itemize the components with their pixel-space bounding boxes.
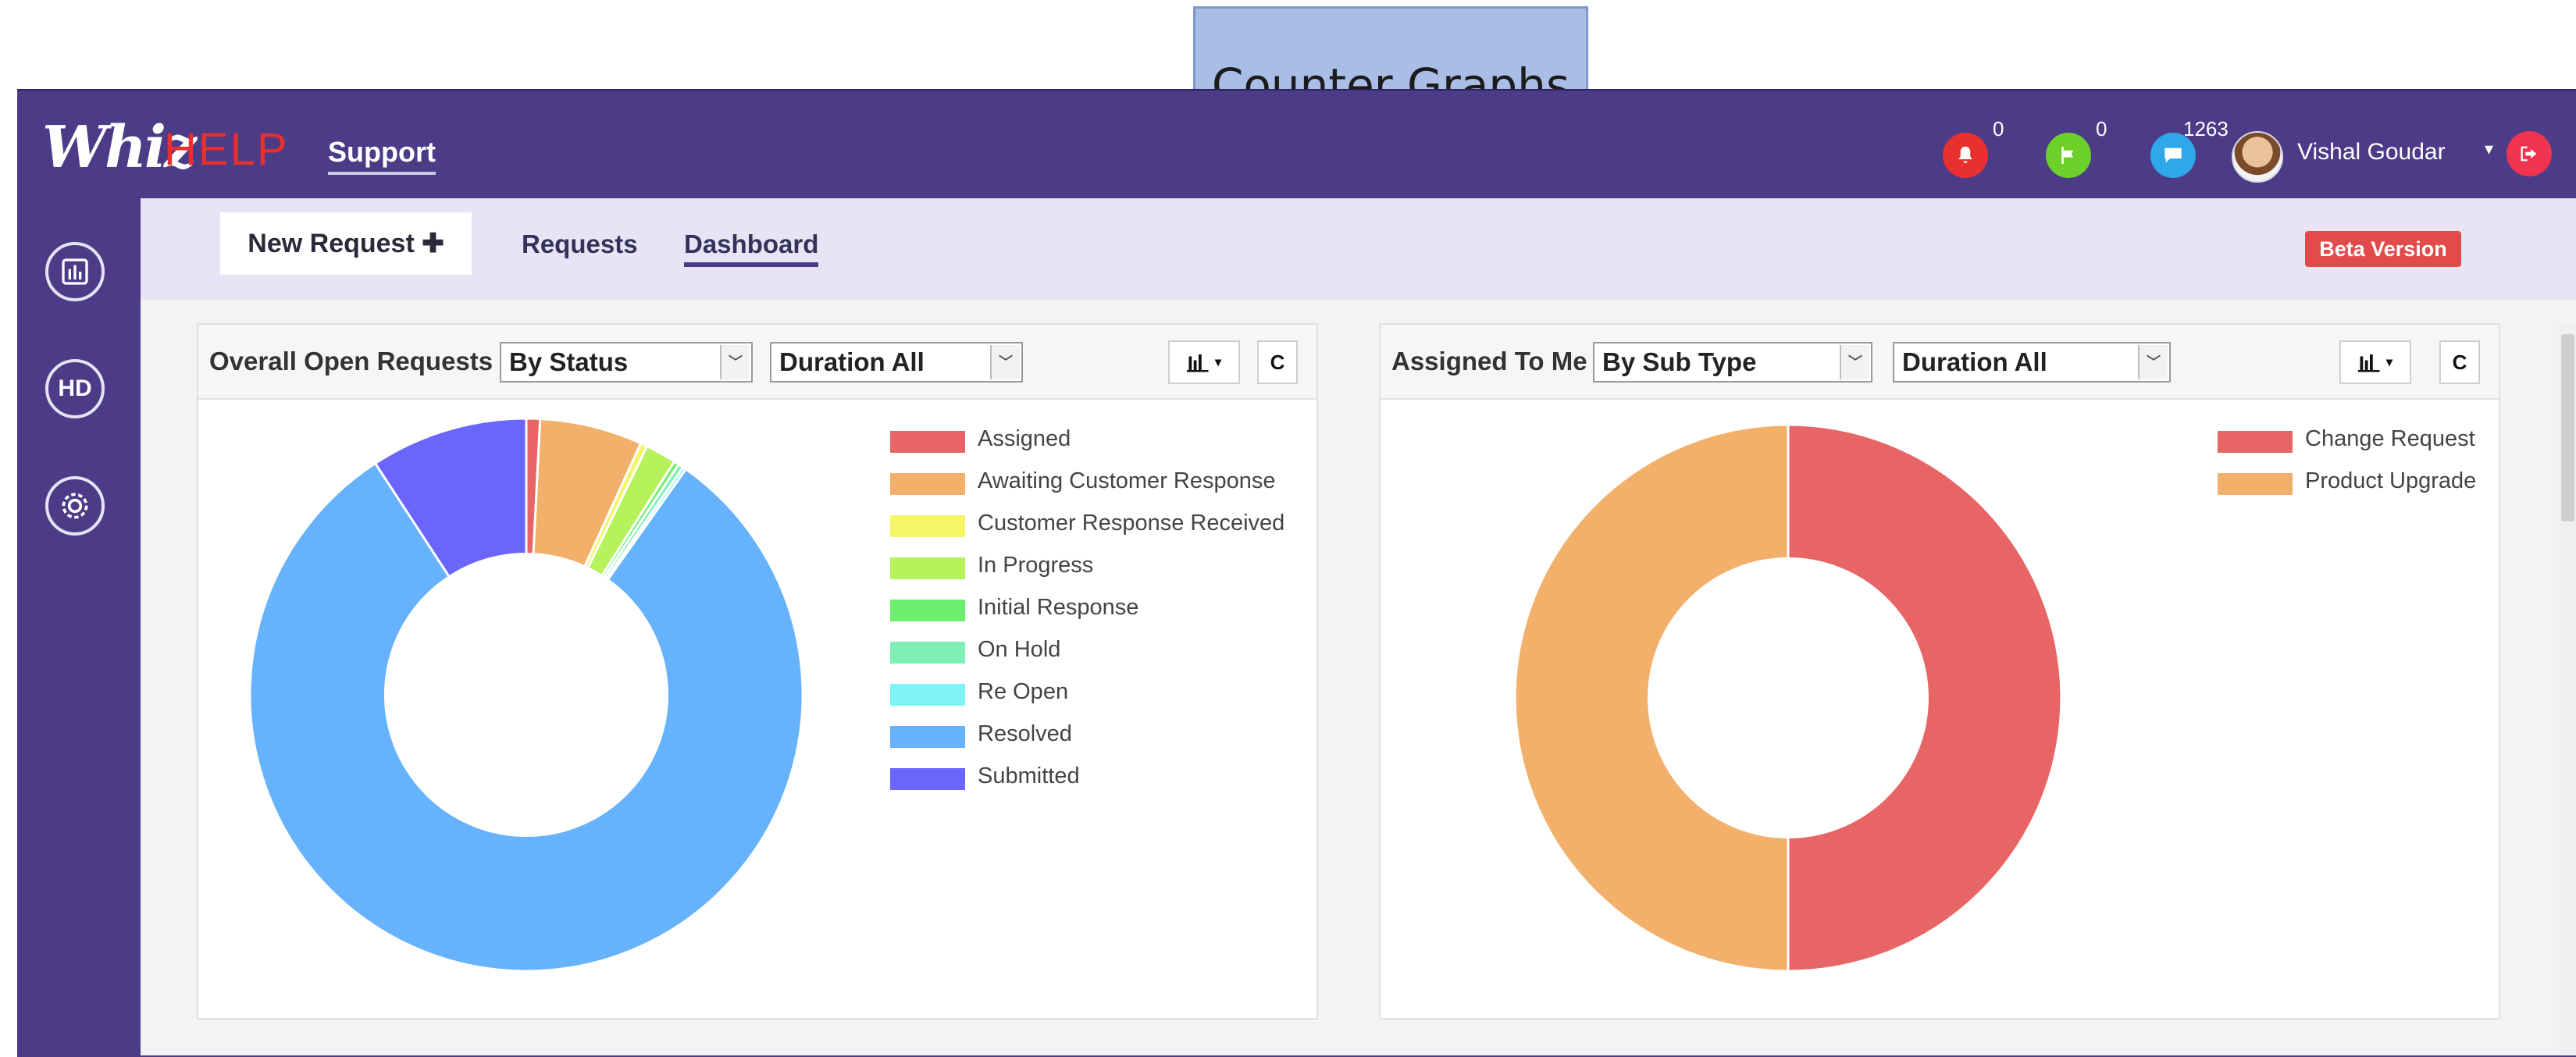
panel-header: Assigned To Me By Sub Type ﹀ Duration Al… <box>1381 325 2499 400</box>
duration-select[interactable]: Duration All ﹀ <box>770 342 1023 383</box>
chevron-down-icon: ﹀ <box>1840 345 1869 379</box>
legend-label: Assigned <box>978 426 1071 451</box>
panel-title: Overall Open Requests <box>209 347 493 375</box>
flag-count: 0 <box>2096 117 2107 141</box>
legend-swatch <box>890 431 965 453</box>
top-bar: Whiz HELP Support 0 0 1263 Vishal Goudar… <box>17 91 2576 198</box>
new-request-button[interactable]: New Request ✚ <box>220 212 472 275</box>
legend-swatch <box>890 473 965 495</box>
legend-label: Customer Response Received <box>978 511 1285 536</box>
overall-open-requests-panel: Overall Open Requests By Status ﹀ Durati… <box>197 323 1318 1020</box>
group-by-select[interactable]: By Sub Type ﹀ <box>1593 342 1872 383</box>
group-by-select[interactable]: By Status ﹀ <box>500 342 753 383</box>
legend-label: Change Request <box>2305 426 2475 451</box>
donut-slice-product-upgrade[interactable] <box>1513 423 1790 973</box>
caret-down-icon: ▾ <box>1214 356 1222 369</box>
duration-select[interactable]: Duration All ﹀ <box>1893 342 2171 383</box>
message-count: 1263 <box>2183 117 2229 141</box>
sub-navigation: New Request ✚ Requests Dashboard Beta Ve… <box>141 198 2576 300</box>
refresh-icon[interactable]: C <box>1257 340 1298 384</box>
notification-count: 0 <box>1993 117 2004 141</box>
chevron-down-icon: ﹀ <box>720 345 750 379</box>
legend-swatch <box>890 684 965 706</box>
legend-label: Product Upgrade <box>2305 468 2477 493</box>
scrollbar-thumb[interactable] <box>2561 334 2574 521</box>
chevron-down-icon: ﹀ <box>2138 345 2168 379</box>
legend-swatch <box>2218 431 2293 453</box>
helpdesk-label: HD <box>58 375 92 401</box>
app-name[interactable]: Support <box>328 136 436 175</box>
donut-slice-change-request[interactable] <box>1787 423 2063 973</box>
settings-icon[interactable] <box>45 476 105 536</box>
requests-link[interactable]: Requests <box>522 230 638 259</box>
legend-swatch <box>890 515 965 537</box>
duration-value: Duration All <box>779 347 925 376</box>
legend-swatch <box>890 557 965 579</box>
panel-header: Overall Open Requests By Status ﹀ Durati… <box>198 325 1317 400</box>
legend-swatch <box>890 768 965 790</box>
refresh-icon[interactable]: C <box>2439 340 2480 384</box>
legend-label: Re Open <box>978 679 1069 704</box>
flag-icon[interactable] <box>2046 133 2091 178</box>
user-name[interactable]: Vishal Goudar <box>2297 139 2446 165</box>
assigned-to-me-panel: Assigned To Me By Sub Type ﹀ Duration Al… <box>1379 323 2500 1020</box>
chart-type-button[interactable]: ▾ <box>1168 340 1240 384</box>
group-by-value: By Sub Type <box>1602 347 1757 376</box>
beta-badge: Beta Version <box>2305 231 2461 267</box>
scrollbar[interactable] <box>2560 323 2576 1055</box>
bar-chart-icon[interactable] <box>45 242 105 301</box>
avatar[interactable] <box>2232 131 2283 183</box>
helpdesk-icon[interactable]: HD <box>45 359 105 418</box>
logo[interactable]: Whiz HELP <box>42 114 355 181</box>
legend-swatch <box>890 642 965 664</box>
caret-down-icon: ▾ <box>2385 356 2393 369</box>
legend-swatch <box>2218 473 2293 495</box>
subtype-donut-chart <box>1513 423 2063 973</box>
chevron-down-icon: ﹀ <box>990 345 1020 379</box>
legend-label: Awaiting Customer Response <box>978 468 1276 493</box>
legend-label: On Hold <box>978 637 1061 662</box>
legend-label: Submitted <box>978 763 1080 788</box>
legend-label: Initial Response <box>978 595 1139 620</box>
logo-help: HELP <box>164 124 289 175</box>
legend-swatch <box>890 600 965 621</box>
bell-icon[interactable] <box>1943 133 1988 178</box>
group-by-value: By Status <box>509 347 629 376</box>
duration-value: Duration All <box>1902 347 2047 376</box>
legend-label: In Progress <box>978 553 1094 578</box>
logout-icon[interactable] <box>2507 131 2552 176</box>
chart-type-button[interactable]: ▾ <box>2339 340 2411 384</box>
legend-swatch <box>890 726 965 748</box>
dashboard-link[interactable]: Dashboard <box>684 230 819 267</box>
status-donut-chart <box>248 417 804 973</box>
panel-title: Assigned To Me <box>1391 347 1587 375</box>
legend-label: Resolved <box>978 721 1072 746</box>
chevron-down-icon[interactable]: ▾ <box>2485 139 2493 159</box>
